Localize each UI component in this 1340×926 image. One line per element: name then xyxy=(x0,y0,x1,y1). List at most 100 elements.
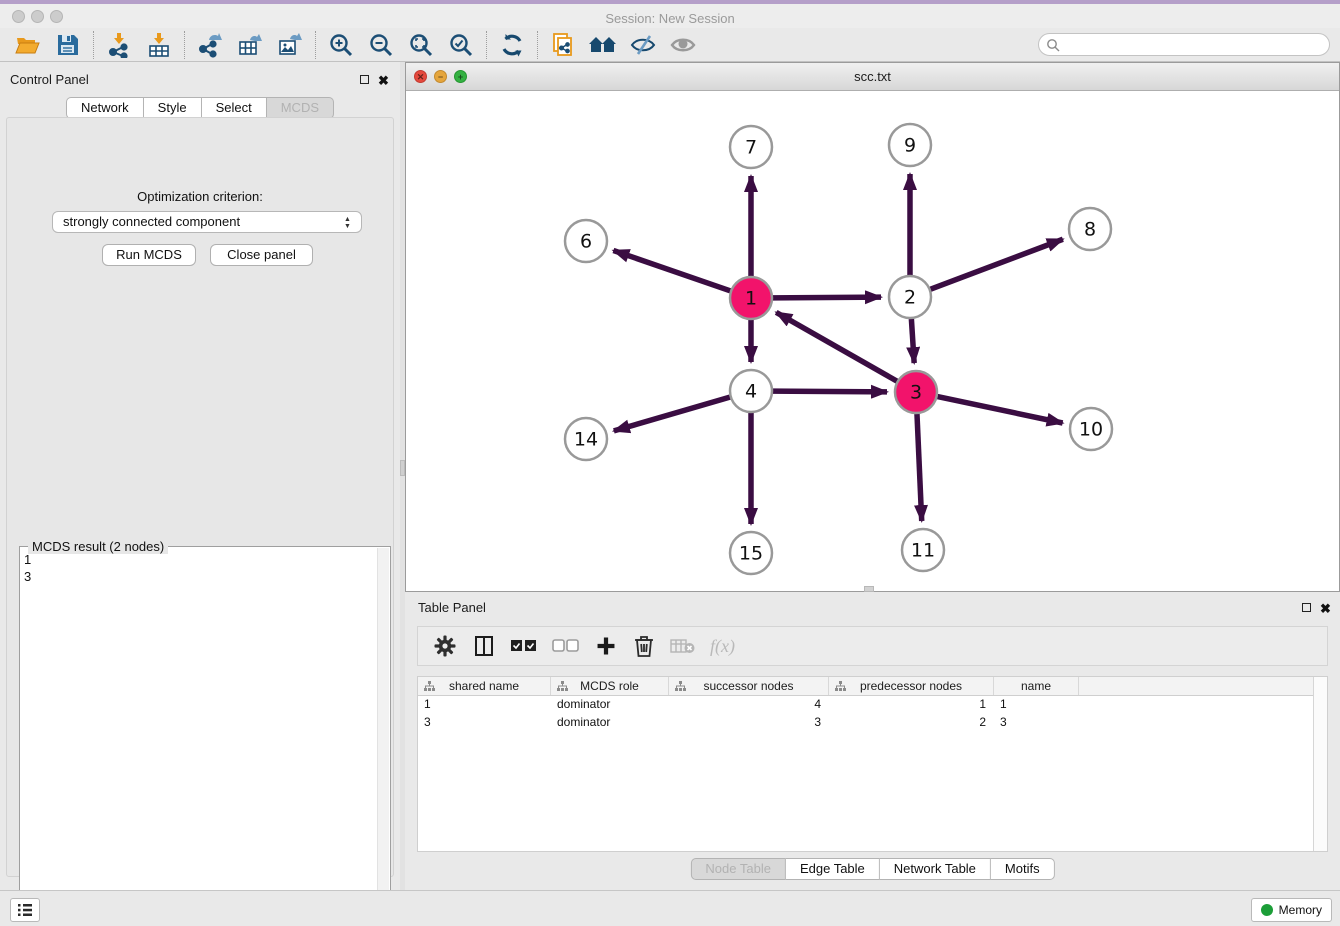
mcds-result-node: 3 xyxy=(24,568,374,585)
task-list-icon xyxy=(17,903,33,917)
node-label-11: 11 xyxy=(911,540,935,562)
zoom-out-icon[interactable] xyxy=(361,30,401,60)
tab-mcds[interactable]: MCDS xyxy=(267,97,334,119)
search-input[interactable] xyxy=(1065,38,1315,52)
result-scrollbar[interactable] xyxy=(377,548,389,926)
delete-table-icon[interactable] xyxy=(670,632,696,660)
search-field[interactable] xyxy=(1038,33,1330,56)
node-label-4: 4 xyxy=(745,381,757,403)
criterion-dropdown[interactable]: strongly connected component ▲▼ xyxy=(52,211,362,233)
edge-3-11[interactable] xyxy=(917,414,922,521)
float-panel-icon[interactable] xyxy=(360,75,369,84)
show-columns-icon[interactable] xyxy=(472,632,496,660)
cell-shared-name[interactable]: 3 xyxy=(418,714,551,732)
node-label-10: 10 xyxy=(1079,419,1103,441)
column-header-predecessor-nodes[interactable]: predecessor nodes xyxy=(829,677,994,695)
home-view-icon[interactable] xyxy=(583,30,623,60)
tab-edge-table[interactable]: Edge Table xyxy=(786,858,880,880)
task-history-button[interactable] xyxy=(10,898,40,922)
cell-MCDS-role[interactable]: dominator xyxy=(551,696,669,714)
network-window-titlebar[interactable]: ✕ − + scc.txt xyxy=(406,63,1339,91)
cell-predecessor-nodes[interactable]: 1 xyxy=(829,696,994,714)
import-table-icon[interactable] xyxy=(139,30,179,60)
export-image-icon[interactable] xyxy=(270,30,310,60)
save-session-icon[interactable] xyxy=(48,30,88,60)
mcds-panel: Optimization criterion: strongly connect… xyxy=(6,117,394,877)
toolbar-separator xyxy=(315,31,316,59)
table-scrollbar[interactable] xyxy=(1313,677,1327,851)
delete-row-icon[interactable] xyxy=(632,632,656,660)
edge-4-14[interactable] xyxy=(614,397,730,431)
edge-1-2[interactable] xyxy=(773,297,881,298)
tab-network[interactable]: Network xyxy=(66,97,144,119)
tab-style[interactable]: Style xyxy=(144,97,202,119)
hide-graphics-details-icon[interactable] xyxy=(623,30,663,60)
zoom-fit-icon[interactable] xyxy=(401,30,441,60)
settings-gear-icon[interactable] xyxy=(432,632,458,660)
edge-4-3[interactable] xyxy=(773,391,887,392)
memory-button[interactable]: Memory xyxy=(1251,898,1332,922)
node-label-2: 2 xyxy=(904,287,916,309)
column-header-name[interactable]: name xyxy=(994,677,1079,695)
edge-2-3[interactable] xyxy=(911,319,914,363)
node-label-6: 6 xyxy=(580,231,592,253)
control-panel-tabs: NetworkStyleSelectMCDS xyxy=(66,97,334,119)
table-row[interactable]: 1dominator411 xyxy=(418,696,1327,714)
network-canvas[interactable]: 1234678910111415 xyxy=(406,91,1339,591)
column-header-successor-nodes[interactable]: successor nodes xyxy=(669,677,829,695)
show-graphics-details-icon[interactable] xyxy=(663,30,703,60)
column-header-shared-name[interactable]: shared name xyxy=(418,677,551,695)
table-row[interactable]: 3dominator323 xyxy=(418,714,1327,732)
duplicate-network-icon[interactable] xyxy=(543,30,583,60)
table-toolbar: f(x) xyxy=(417,626,1328,666)
deselect-all-checks-icon[interactable] xyxy=(552,632,580,660)
run-mcds-button[interactable]: Run MCDS xyxy=(102,244,196,266)
export-network-icon[interactable] xyxy=(190,30,230,60)
table-panel-tabs: Node TableEdge TableNetwork TableMotifs xyxy=(690,858,1054,880)
hierarchy-icon xyxy=(835,681,846,692)
network-graph: 1234678910111415 xyxy=(406,91,1339,592)
cell-name[interactable]: 1 xyxy=(994,696,1079,714)
close-panel-icon[interactable]: ✖ xyxy=(378,74,389,87)
edge-3-1[interactable] xyxy=(776,312,897,381)
column-header-MCDS-role[interactable]: MCDS role xyxy=(551,677,669,695)
tab-select[interactable]: Select xyxy=(202,97,267,119)
cell-successor-nodes[interactable]: 4 xyxy=(669,696,829,714)
tab-motifs[interactable]: Motifs xyxy=(991,858,1055,880)
float-table-panel-icon[interactable] xyxy=(1302,603,1311,612)
function-builder-icon[interactable]: f(x) xyxy=(710,632,735,660)
hierarchy-icon xyxy=(675,681,686,692)
select-all-checks-icon[interactable] xyxy=(510,632,538,660)
node-label-8: 8 xyxy=(1084,219,1096,241)
zoom-in-icon[interactable] xyxy=(321,30,361,60)
cell-MCDS-role[interactable]: dominator xyxy=(551,714,669,732)
main-toolbar xyxy=(0,28,1340,62)
tab-node-table[interactable]: Node Table xyxy=(690,858,786,880)
close-panel-button[interactable]: Close panel xyxy=(210,244,313,266)
import-network-icon[interactable] xyxy=(99,30,139,60)
node-table: shared name MCDS role successor nodesprede… xyxy=(417,676,1328,852)
edge-1-6[interactable] xyxy=(613,250,730,290)
column-label: MCDS role xyxy=(580,679,639,693)
app-title: Session: New Session xyxy=(0,8,1340,30)
export-table-icon[interactable] xyxy=(230,30,270,60)
node-label-1: 1 xyxy=(745,288,757,310)
table-panel-title: Table Panel xyxy=(418,600,486,615)
mcds-result-box: MCDS result (2 nodes) 13 xyxy=(19,546,391,926)
refresh-layout-icon[interactable] xyxy=(492,30,532,60)
edge-2-8[interactable] xyxy=(931,239,1063,289)
edge-3-10[interactable] xyxy=(938,397,1063,423)
zoom-selected-icon[interactable] xyxy=(441,30,481,60)
add-row-icon[interactable] xyxy=(594,632,618,660)
open-session-icon[interactable] xyxy=(8,30,48,60)
cell-name[interactable]: 3 xyxy=(994,714,1079,732)
cell-shared-name[interactable]: 1 xyxy=(418,696,551,714)
cell-predecessor-nodes[interactable]: 2 xyxy=(829,714,994,732)
node-table-header: shared name MCDS role successor nodesprede… xyxy=(418,677,1327,696)
table-panel: Table Panel ✖ xyxy=(405,592,1340,890)
cell-successor-nodes[interactable]: 3 xyxy=(669,714,829,732)
close-table-panel-icon[interactable]: ✖ xyxy=(1320,602,1331,615)
node-label-15: 15 xyxy=(739,543,763,565)
optimization-criterion-label: Optimization criterion: xyxy=(7,189,393,204)
tab-network-table[interactable]: Network Table xyxy=(880,858,991,880)
